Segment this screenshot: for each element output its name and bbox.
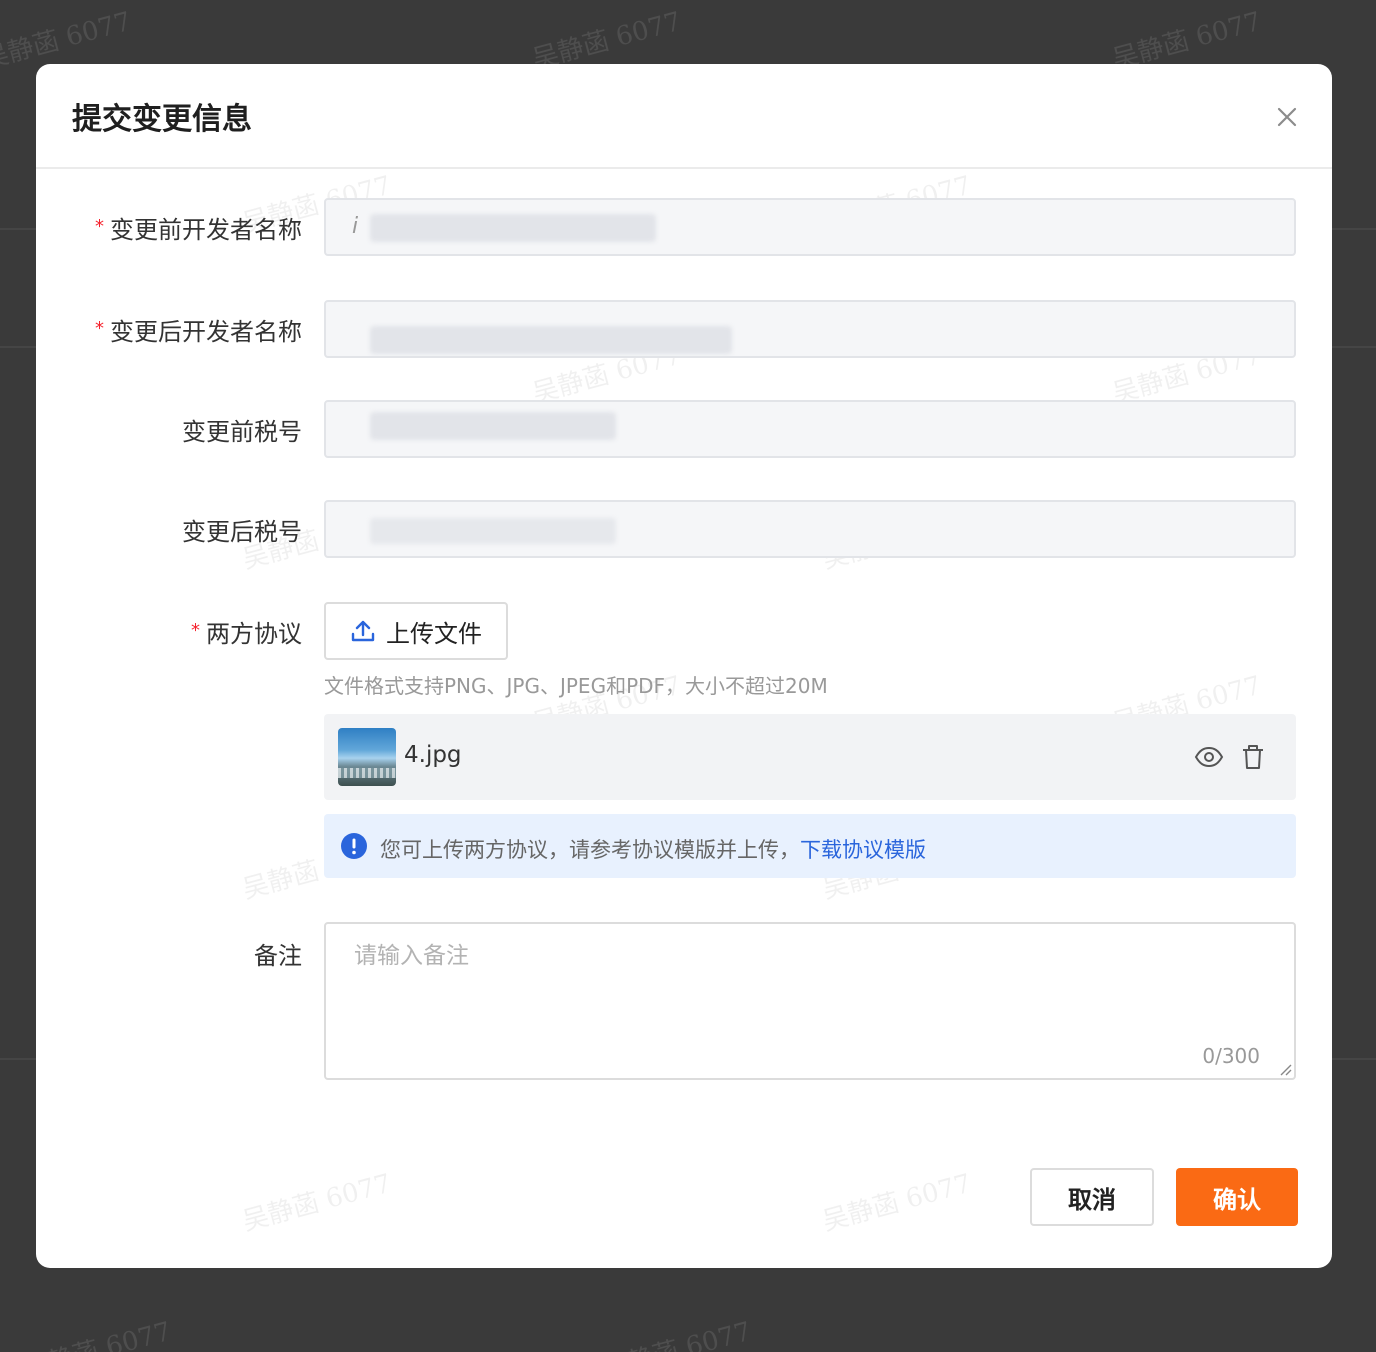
remark-field[interactable]: 0/300 (324, 922, 1296, 1080)
close-button[interactable] (1270, 100, 1304, 134)
resize-handle-icon[interactable] (1278, 1062, 1292, 1076)
required-mark: * (95, 318, 104, 339)
watermark: 吴静菡 6077 (19, 1316, 175, 1352)
watermark: 吴静菡 6077 (819, 1168, 975, 1238)
redacted-value (370, 412, 616, 440)
before-tax-id-label: 变更前税号 (182, 418, 302, 446)
upload-file-label: 上传文件 (386, 619, 482, 648)
preview-file-button[interactable] (1192, 740, 1226, 774)
dialog-header: 提交变更信息 (36, 64, 1332, 169)
file-thumbnail[interactable] (338, 728, 396, 786)
notice-text: 您可上传两方协议，请参考协议模版并上传，下载协议模版 (380, 838, 926, 862)
file-name: 4.jpg (404, 742, 462, 768)
uploaded-file-item: 4.jpg (324, 714, 1296, 800)
redacted-value (370, 214, 656, 242)
before-tax-id-field[interactable] (324, 400, 1296, 458)
agreement-notice: 您可上传两方协议，请参考协议模版并上传，下载协议模版 (324, 814, 1296, 878)
delete-file-button[interactable] (1236, 740, 1270, 774)
required-mark: * (95, 216, 104, 237)
upload-file-button[interactable]: 上传文件 (324, 602, 508, 660)
after-developer-name-field[interactable] (324, 300, 1296, 358)
field-value-char: i (352, 214, 359, 239)
close-icon (1277, 107, 1297, 127)
watermark: 吴静菡 6077 (599, 1316, 755, 1352)
confirm-button[interactable]: 确认 (1176, 1168, 1298, 1226)
before-developer-name-label: * 变更前开发者名称 (95, 216, 302, 244)
info-icon (341, 833, 367, 859)
submit-change-dialog: 提交变更信息 吴静菡 6077 吴静菡 6077 吴静菡 6077 吴静菡 60… (36, 64, 1332, 1268)
cancel-button[interactable]: 取消 (1030, 1168, 1154, 1226)
required-mark: * (191, 620, 200, 641)
redacted-value (370, 326, 732, 354)
download-template-link[interactable]: 下载协议模版 (800, 838, 926, 862)
redacted-value (370, 518, 616, 544)
agreement-label: * 两方协议 (191, 620, 302, 648)
remark-label: 备注 (254, 942, 302, 970)
upload-format-hint: 文件格式支持PNG、JPG、JPEG和PDF，大小不超过20M (324, 674, 828, 698)
before-developer-name-field[interactable]: i (324, 198, 1296, 256)
char-counter: 0/300 (1202, 1044, 1260, 1068)
dialog-title: 提交变更信息 (72, 102, 252, 137)
after-developer-name-label: * 变更后开发者名称 (95, 318, 302, 346)
watermark: 吴静菡 6077 (239, 1168, 395, 1238)
trash-icon (1243, 745, 1263, 769)
eye-icon (1194, 746, 1224, 768)
upload-icon (351, 620, 375, 642)
after-tax-id-label: 变更后税号 (182, 518, 302, 546)
after-tax-id-field[interactable] (324, 500, 1296, 558)
remark-textarea[interactable] (326, 924, 1294, 1078)
